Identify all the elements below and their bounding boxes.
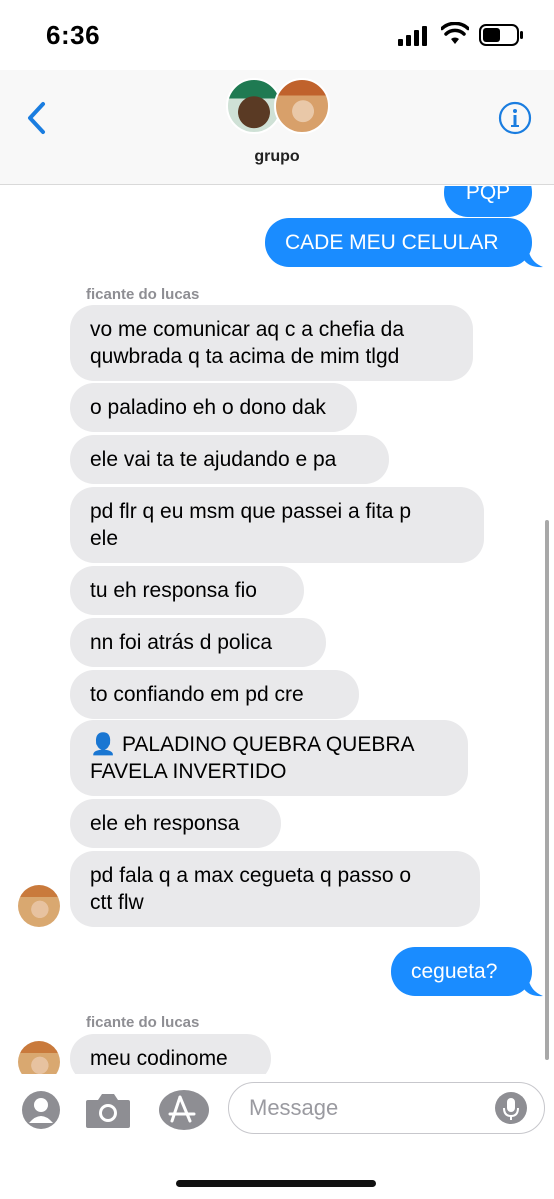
back-chevron-icon[interactable] — [22, 98, 52, 138]
message-bubble-incoming[interactable]: vo me comunicar aq c a chefia da quwbrad… — [70, 305, 473, 381]
group-name[interactable]: grupo — [0, 148, 554, 166]
message-list[interactable]: PQP CADE MEU CELULAR ficante do lucas vo… — [0, 186, 554, 1074]
status-bar: 6:36 — [0, 0, 554, 70]
microphone-icon[interactable] — [495, 1092, 527, 1124]
info-icon[interactable] — [498, 101, 532, 135]
message-input[interactable] — [249, 1093, 489, 1123]
message-field[interactable] — [228, 1082, 545, 1134]
signal-icon — [398, 26, 427, 46]
message-bubble-incoming[interactable]: o paladino eh o dono dak — [70, 383, 357, 432]
message-bubble-incoming[interactable]: ele eh responsa — [70, 799, 281, 848]
sender-name: ficante do lucas — [86, 1014, 200, 1031]
message-bubble-incoming[interactable]: to confiando em pd cre — [70, 670, 359, 719]
message-bubble-incoming[interactable]: pd fala q a max cegueta q passo o ctt fl… — [70, 851, 480, 927]
sender-avatar[interactable] — [18, 885, 60, 927]
home-indicator[interactable] — [176, 1180, 376, 1187]
wifi-icon — [441, 22, 469, 44]
message-bubble-incoming[interactable]: ele vai ta te ajudando e pa — [70, 435, 389, 484]
message-bubble-incoming[interactable]: tu eh responsa fio — [70, 566, 304, 615]
message-bubble-outgoing[interactable]: PQP — [444, 186, 532, 217]
camera-icon[interactable] — [84, 1088, 132, 1132]
app-store-icon[interactable] — [158, 1089, 210, 1131]
conversation-header: grupo — [0, 70, 554, 185]
message-bubble-incoming[interactable]: nn foi atrás d polica — [70, 618, 326, 667]
group-avatars[interactable] — [226, 78, 336, 138]
sender-avatar[interactable] — [18, 1041, 60, 1074]
battery-icon — [479, 24, 523, 46]
contact-card-bubble[interactable]: 👤 PALADINO QUEBRA QUEBRA FAVELA INVERTID… — [70, 720, 468, 796]
bubble-tail — [524, 977, 543, 997]
message-bubble-incoming[interactable]: meu codinome — [70, 1034, 271, 1074]
message-bubble-incoming[interactable]: pd flr q eu msm que passei a fita p ele — [70, 487, 484, 563]
avatar — [274, 78, 330, 134]
memoji-icon[interactable] — [20, 1089, 62, 1131]
bubble-tail — [524, 248, 543, 268]
scrollbar[interactable] — [545, 520, 549, 1060]
sender-name: ficante do lucas — [86, 286, 200, 303]
status-time: 6:36 — [46, 20, 101, 50]
message-bubble-outgoing[interactable]: cegueta? — [391, 947, 532, 996]
message-bubble-outgoing[interactable]: CADE MEU CELULAR — [265, 218, 532, 267]
